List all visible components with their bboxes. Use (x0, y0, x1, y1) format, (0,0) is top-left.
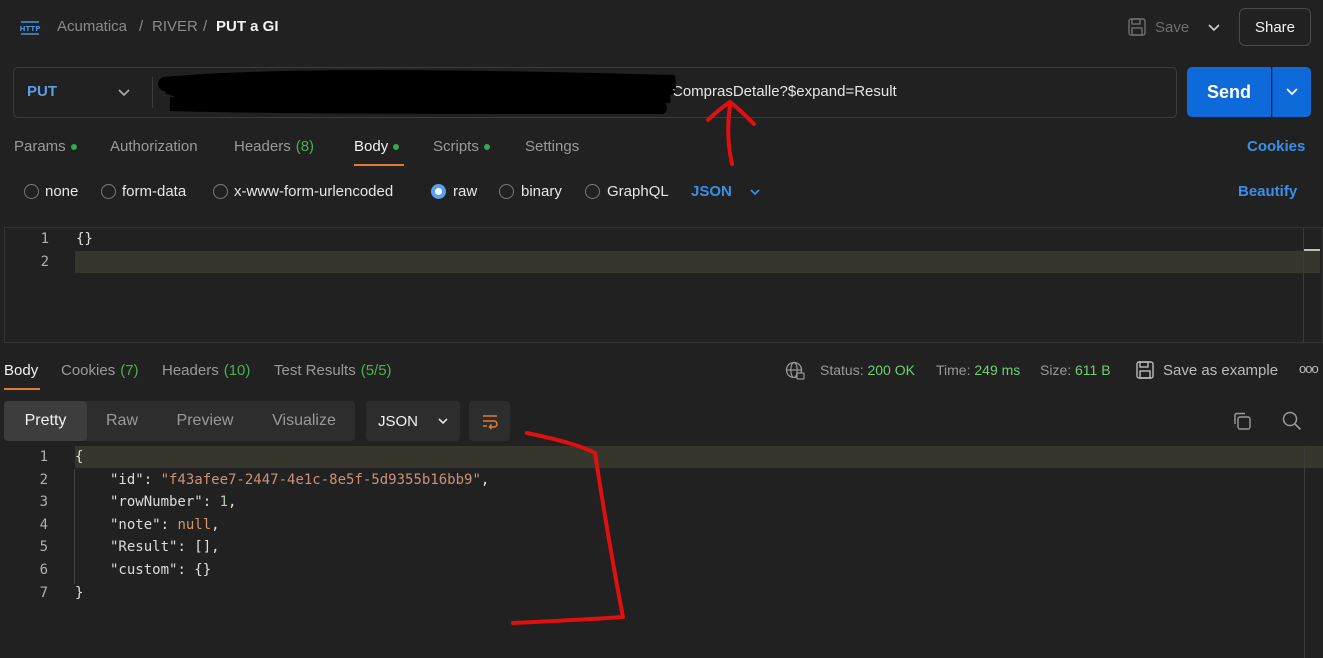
indent-guide (74, 469, 75, 584)
redaction-scribble (158, 70, 677, 114)
breadcrumb-separator: / (203, 18, 208, 35)
radio-label-raw: raw (453, 183, 478, 200)
chevron-down-icon[interactable] (748, 185, 762, 199)
save-as-example-button[interactable]: Save as example (1135, 360, 1278, 380)
json-field-rownumber[interactable]: "rowNumber": 1, (110, 494, 236, 510)
share-button[interactable]: Share (1239, 8, 1311, 46)
copy-icon[interactable] (1231, 410, 1253, 432)
json-field-id[interactable]: "id": "f43afee7-2447-4e1c-8e5f-5d9355b16… (110, 472, 489, 488)
code-line[interactable]: } (75, 585, 83, 601)
radio-binary[interactable] (499, 184, 514, 199)
line-number: 2 (39, 472, 48, 488)
line-number: 1 (40, 231, 49, 247)
response-tab-headers[interactable]: Headers (10) (162, 362, 250, 379)
method-select[interactable]: PUT (27, 83, 57, 100)
scrollbar-thumb[interactable] (1304, 249, 1320, 251)
response-status: Status: 200 OK (820, 362, 915, 378)
tab-authorization[interactable]: Authorization (110, 138, 198, 155)
time-value: 249 ms (974, 362, 1021, 378)
annotation-bracket (511, 431, 625, 625)
view-raw[interactable]: Raw (87, 401, 157, 441)
response-time: Time: 249 ms (936, 362, 1021, 378)
radio-label-urlencoded: x-www-form-urlencoded (234, 183, 394, 200)
divider (152, 77, 153, 108)
current-line-highlight (75, 251, 1320, 273)
tab-params[interactable]: Params (14, 138, 77, 155)
radio-none[interactable] (24, 184, 39, 199)
line-number: 5 (39, 539, 48, 555)
save-button[interactable]: Save (1127, 16, 1189, 38)
view-preview[interactable]: Preview (157, 401, 253, 441)
response-tab-cookies[interactable]: Cookies (7) (61, 362, 139, 379)
response-tab-test-results[interactable]: Test Results (5/5) (274, 362, 392, 379)
cookies-link[interactable]: Cookies (1247, 138, 1305, 155)
status-dot (70, 143, 77, 150)
globe-lock-icon[interactable] (785, 361, 805, 381)
svg-text:HTTP: HTTP (20, 25, 41, 33)
page-title[interactable]: PUT a GI (216, 18, 279, 35)
radio-label-graphql: GraphQL (607, 183, 669, 200)
active-tab-underline (354, 164, 404, 166)
more-options-icon[interactable]: ooo (1299, 361, 1319, 376)
radio-urlencoded[interactable] (213, 184, 228, 199)
response-tab-body[interactable]: Body (4, 362, 38, 379)
beautify-button[interactable]: Beautify (1238, 183, 1297, 200)
line-number: 6 (39, 562, 48, 578)
chevron-down-icon[interactable] (1206, 20, 1222, 36)
radio-label-none: none (45, 183, 79, 200)
request-body-editor[interactable] (4, 227, 1323, 343)
line-number: 1 (39, 449, 48, 465)
tab-headers[interactable]: Headers (8) (234, 138, 314, 155)
breadcrumb-workspace[interactable]: Acumatica (57, 18, 127, 35)
breadcrumb-collection[interactable]: RIVER (152, 18, 198, 35)
http-icon: HTTP (20, 21, 41, 35)
save-icon (1128, 18, 1146, 36)
json-field-result[interactable]: "Result": [], (110, 539, 220, 555)
radio-label-binary: binary (521, 183, 562, 200)
size-value: 611 B (1075, 362, 1111, 378)
tab-scripts[interactable]: Scripts (433, 138, 490, 155)
current-line-highlight (75, 446, 1323, 468)
status-dot (393, 143, 400, 150)
chevron-down-icon (1286, 88, 1298, 96)
status-dot (483, 143, 490, 150)
save-icon (1136, 361, 1154, 379)
scrollbar-track[interactable] (1303, 228, 1304, 342)
status-value: 200 OK (867, 362, 915, 378)
send-button[interactable]: Send (1187, 67, 1271, 117)
tab-settings[interactable]: Settings (525, 138, 579, 155)
radio-label-form-data: form-data (122, 183, 187, 200)
wrap-lines-icon (482, 415, 498, 430)
chevron-down-icon (438, 418, 448, 425)
line-number: 7 (39, 585, 48, 601)
breadcrumb-separator: / (139, 18, 144, 35)
line-number: 4 (39, 517, 48, 533)
send-options-button[interactable] (1272, 67, 1311, 117)
line-number: 3 (39, 494, 48, 510)
response-size: Size: 611 B (1040, 362, 1111, 378)
radio-graphql[interactable] (585, 184, 600, 199)
wrap-lines-button[interactable] (469, 401, 510, 441)
code-line[interactable]: { (75, 449, 83, 465)
top-bar (0, 0, 1323, 56)
tab-body[interactable]: Body (354, 138, 400, 155)
save-label: Save (1155, 18, 1190, 36)
radio-raw[interactable] (431, 184, 446, 199)
json-field-custom[interactable]: "custom": {} (110, 562, 211, 578)
chevron-down-icon[interactable] (116, 85, 132, 101)
code-line[interactable]: {} (76, 231, 93, 247)
annotation-arrow-up (706, 99, 756, 166)
search-icon[interactable] (1281, 410, 1303, 432)
body-format-select[interactable]: JSON (691, 183, 732, 200)
view-visualize[interactable]: Visualize (253, 401, 355, 441)
json-field-note[interactable]: "note": null, (110, 517, 220, 533)
view-pretty[interactable]: Pretty (4, 401, 87, 441)
line-number: 2 (40, 254, 49, 270)
response-format-select[interactable]: JSON (366, 401, 460, 441)
scrollbar-track[interactable] (1304, 446, 1305, 658)
radio-form-data[interactable] (101, 184, 116, 199)
active-tab-underline (4, 388, 40, 390)
